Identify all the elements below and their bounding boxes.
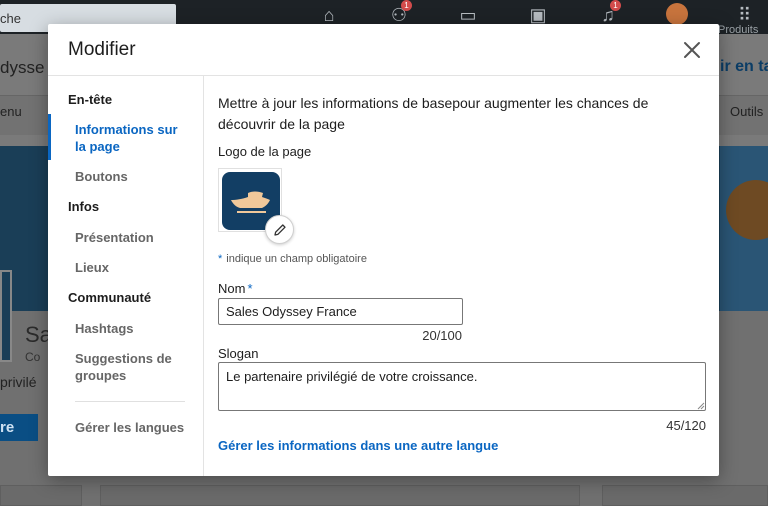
required-star: * <box>218 253 223 265</box>
modal-header: Modifier <box>48 24 719 76</box>
background-card <box>602 485 768 506</box>
notification-badge: 1 <box>401 0 412 11</box>
background-tools-label: Outils <box>730 104 764 119</box>
sidebar-group-community: Communauté <box>68 290 152 305</box>
resize-handle-icon[interactable] <box>697 402 705 410</box>
sidebar-item-page-info[interactable]: Informations sur la page <box>75 121 190 155</box>
avatar <box>666 3 688 25</box>
modal-title: Modifier <box>68 39 136 60</box>
name-counter: 20/100 <box>422 328 462 343</box>
jobs-icon: ▭ <box>459 5 477 25</box>
required-note-text: indique un champ obligatoire <box>226 253 367 265</box>
sidebar-item-languages[interactable]: Gérer les langues <box>75 419 184 436</box>
sidebar-item-group-suggestions[interactable]: Suggestions de groupes <box>75 350 185 384</box>
notification-badge: 1 <box>610 0 621 11</box>
required-star: * <box>247 281 253 296</box>
background-subtitle-fragment: Co <box>25 350 41 364</box>
name-label: Nom * <box>218 281 253 296</box>
name-input[interactable] <box>218 298 463 325</box>
name-label-text: Nom <box>218 281 246 296</box>
sidebar-group-infos: Infos <box>68 199 100 214</box>
slogan-textarea[interactable]: Le partenaire privilégié de votre croiss… <box>218 362 706 411</box>
background-card <box>0 485 82 506</box>
close-button[interactable] <box>680 38 704 62</box>
sidebar-divider <box>75 401 185 402</box>
background-menu-label: enu <box>0 104 22 119</box>
messaging-icon: ▣ <box>529 5 547 25</box>
slogan-counter: 45/120 <box>666 418 706 433</box>
home-icon: ⌂ <box>323 5 335 25</box>
sidebar-item-hashtags[interactable]: Hashtags <box>75 320 134 337</box>
sidebar-item-locations[interactable]: Lieux <box>75 259 109 276</box>
background-follow-label: ir en ta <box>720 58 768 75</box>
modal-content: Mettre à jour les informations de basepo… <box>204 76 719 476</box>
sidebar-item-presentation[interactable]: Présentation <box>75 229 154 246</box>
edit-logo-button[interactable] <box>265 215 294 244</box>
background-page-logo <box>0 270 12 362</box>
edit-page-modal: Modifier En-tête Informations sur la pag… <box>48 24 719 476</box>
close-icon <box>684 42 700 58</box>
background-card <box>100 485 580 506</box>
manage-languages-link[interactable]: Gérer les informations dans une autre la… <box>218 438 498 453</box>
active-indicator <box>48 114 51 160</box>
slogan-label: Slogan <box>218 346 259 361</box>
sidebar-item-buttons[interactable]: Boutons <box>75 168 128 185</box>
background-company-name: dysse <box>0 58 45 77</box>
modal-sidebar: En-tête Informations sur la page Boutons… <box>48 76 204 476</box>
apps-grid-icon: ⠿ <box>738 5 752 25</box>
background-action-button: re <box>0 414 38 441</box>
intro-text: Mettre à jour les informations de basepo… <box>218 95 649 132</box>
logo-label: Logo de la page <box>218 144 312 159</box>
background-slogan-fragment: privilé <box>0 374 37 390</box>
pencil-icon <box>274 224 286 236</box>
required-note: * indique un champ obligatoire <box>218 253 367 265</box>
sidebar-group-header: En-tête <box>68 92 113 107</box>
